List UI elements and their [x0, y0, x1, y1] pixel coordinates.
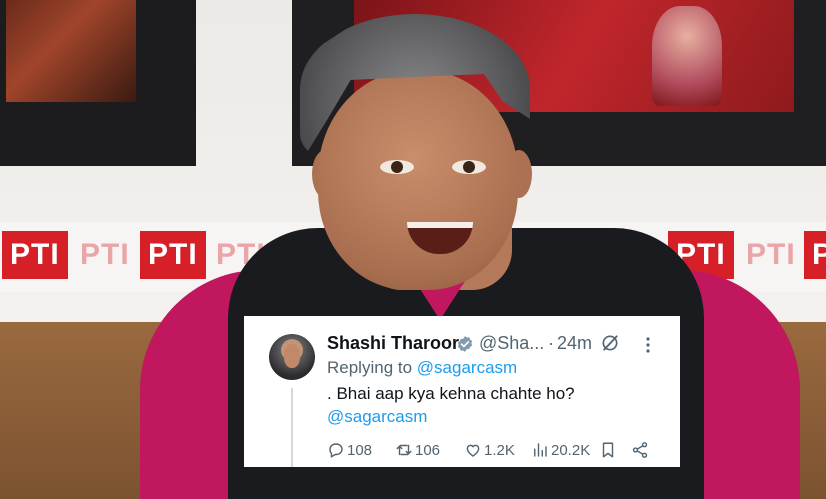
replying-to: Replying to @sagarcasm — [327, 358, 517, 378]
views-button[interactable]: 20.2K — [531, 440, 590, 460]
reply-icon — [329, 443, 343, 459]
pti-logo: PTI — [804, 231, 826, 279]
reply-count: 108 — [347, 441, 373, 459]
retweet-button[interactable]: 106 — [395, 440, 440, 460]
views-icon — [534, 443, 547, 457]
replying-mention-link[interactable]: @sagarcasm — [417, 358, 517, 377]
pti-logo: PTI — [140, 231, 206, 279]
avatar[interactable] — [269, 334, 315, 380]
reply-button[interactable]: 108 — [327, 440, 372, 460]
picture-frame-left — [0, 0, 196, 166]
face — [318, 70, 518, 290]
tweet-card[interactable]: Shashi Tharoor @Sha... · 24m Replying to… — [244, 316, 680, 467]
grok-icon[interactable] — [600, 333, 620, 353]
eye — [452, 160, 486, 174]
retweet-count: 106 — [415, 441, 441, 459]
pti-logo: PTI — [2, 231, 68, 279]
share-icon[interactable] — [631, 441, 649, 459]
timestamp[interactable]: 24m — [557, 333, 592, 354]
author-handle[interactable]: @Sha... — [479, 333, 544, 354]
thread-line — [291, 388, 293, 467]
mention-link[interactable]: @sagarcasm — [327, 407, 427, 427]
replying-prefix: Replying to — [327, 358, 417, 377]
view-count: 20.2K — [551, 441, 591, 459]
like-icon — [466, 444, 480, 457]
tweet-text: . Bhai aap kya kehna chahte ho? — [327, 384, 575, 403]
separator-dot: · — [548, 333, 554, 353]
bookmark-icon[interactable] — [599, 441, 617, 459]
pti-logo: PTI — [746, 238, 796, 271]
author-name[interactable]: Shashi Tharoor — [327, 333, 459, 354]
verified-badge-icon — [457, 336, 473, 352]
retweet-icon — [396, 444, 412, 456]
like-button[interactable]: 1.2K — [464, 440, 515, 460]
pti-logo: PTI — [80, 238, 130, 271]
eye — [380, 160, 414, 174]
like-count: 1.2K — [484, 441, 515, 459]
action-bar: 108 106 1.2K 20.2K — [327, 440, 667, 460]
more-icon[interactable] — [644, 336, 652, 354]
